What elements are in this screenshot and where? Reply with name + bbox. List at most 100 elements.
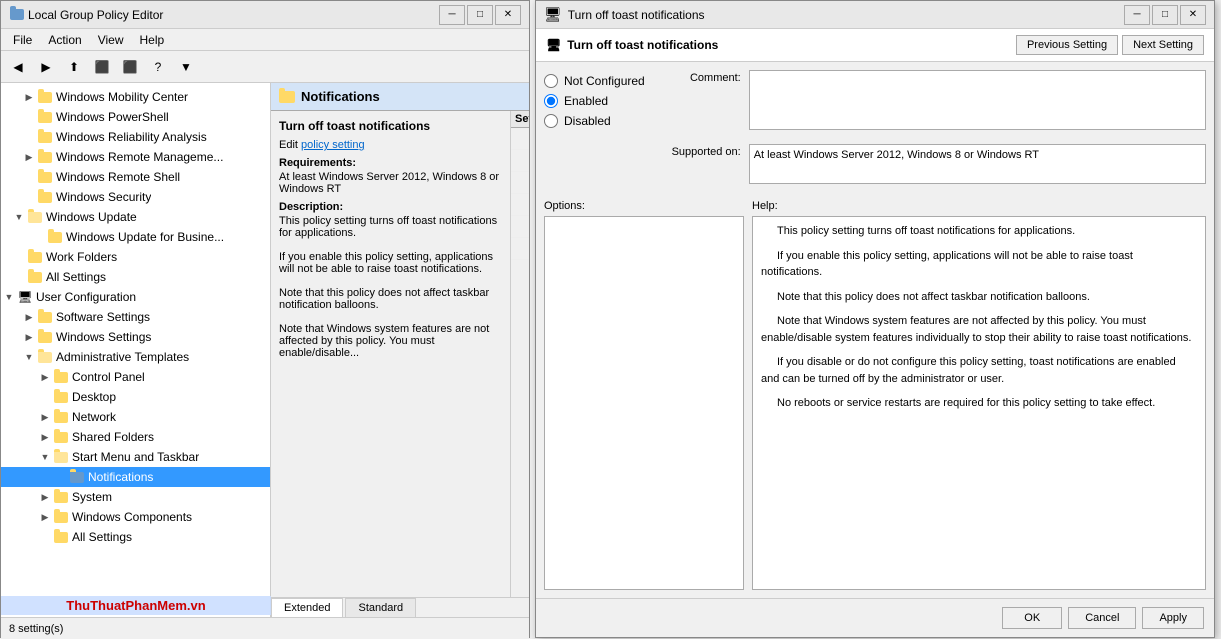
back-button[interactable]: ◀ bbox=[5, 55, 31, 79]
close-button[interactable]: ✕ bbox=[495, 5, 521, 25]
tree-item-all-settings-2[interactable]: All Settings bbox=[1, 527, 270, 547]
folder-icon bbox=[53, 529, 69, 545]
policy-row[interactable]: Tu... bbox=[511, 128, 529, 150]
tree-label: Desktop bbox=[72, 390, 116, 404]
apply-button[interactable]: Apply bbox=[1142, 607, 1204, 629]
menu-action[interactable]: Action bbox=[40, 31, 89, 49]
tree-item-work-folders[interactable]: Work Folders bbox=[1, 247, 270, 267]
tree-item-security[interactable]: Windows Security bbox=[1, 187, 270, 207]
folder-icon bbox=[53, 449, 69, 465]
folder-icon bbox=[53, 489, 69, 505]
status-bar: 8 setting(s) bbox=[1, 617, 529, 639]
expand-icon bbox=[37, 389, 53, 405]
ok-button[interactable]: OK bbox=[1002, 607, 1062, 629]
dialog-minimize-button[interactable]: ─ bbox=[1124, 5, 1150, 25]
supported-label: Supported on: bbox=[661, 144, 741, 184]
tree-item-remote-shell[interactable]: Windows Remote Shell bbox=[1, 167, 270, 187]
dialog-window: 🖥 Turn off toast notifications ─ □ ✕ 🖥 T… bbox=[535, 0, 1215, 638]
tree-item-admin-templates[interactable]: ▼ Administrative Templates bbox=[1, 347, 270, 367]
expand-icon: ▼ bbox=[21, 349, 37, 365]
menu-view[interactable]: View bbox=[90, 31, 132, 49]
expand-icon bbox=[53, 469, 69, 485]
previous-setting-button[interactable]: Previous Setting bbox=[1016, 35, 1118, 55]
filter-btn[interactable]: ▼ bbox=[173, 55, 199, 79]
tree-item-desktop[interactable]: Desktop bbox=[1, 387, 270, 407]
radio-enabled[interactable]: Enabled bbox=[544, 94, 645, 108]
policy-row[interactable]: Se... bbox=[511, 216, 529, 238]
dialog-body: Not Configured Enabled Disabled Comment: bbox=[536, 62, 1214, 598]
description-title: Description: bbox=[279, 201, 502, 213]
help-para-6: No reboots or service restarts are requi… bbox=[761, 395, 1197, 412]
main-content: ▶ Windows Mobility Center Windows PowerS… bbox=[1, 83, 529, 617]
show-hide-btn[interactable]: ⬛ bbox=[89, 55, 115, 79]
comment-textarea[interactable] bbox=[749, 70, 1206, 130]
tabs-bar: Extended Standard bbox=[271, 597, 529, 617]
radio-enabled-input[interactable] bbox=[544, 94, 558, 108]
tree-item-all-settings[interactable]: All Settings bbox=[1, 267, 270, 287]
tree-item-windows-mobility[interactable]: ▶ Windows Mobility Center bbox=[1, 87, 270, 107]
up-button[interactable]: ⬆ bbox=[61, 55, 87, 79]
maximize-button[interactable]: □ bbox=[467, 5, 493, 25]
expand-icon: ▶ bbox=[37, 509, 53, 525]
cancel-button[interactable]: Cancel bbox=[1068, 607, 1136, 629]
menu-help[interactable]: Help bbox=[132, 31, 173, 49]
policy-detail-title: Turn off toast notifications bbox=[279, 119, 502, 133]
tree-item-remote-mgmt[interactable]: ▶ Windows Remote Manageme... bbox=[1, 147, 270, 167]
minimize-button[interactable]: ─ bbox=[439, 5, 465, 25]
tree-item-win-update-business[interactable]: Windows Update for Busine... bbox=[1, 227, 270, 247]
tree-item-user-config[interactable]: ▼ 🖥 User Configuration bbox=[1, 287, 270, 307]
tree-item-start-menu[interactable]: ▼ Start Menu and Taskbar bbox=[1, 447, 270, 467]
expand-icon bbox=[21, 189, 37, 205]
policy-setting-link[interactable]: policy setting bbox=[301, 139, 365, 151]
tree-item-powershell[interactable]: Windows PowerShell bbox=[1, 107, 270, 127]
tree-item-software-settings[interactable]: ▶ Software Settings bbox=[1, 307, 270, 327]
pc-icon: 🖥 bbox=[17, 289, 33, 305]
folder-icon bbox=[37, 109, 53, 125]
help-para-1: This policy setting turns off toast noti… bbox=[761, 223, 1197, 240]
folder-icon bbox=[53, 369, 69, 385]
tab-extended[interactable]: Extended bbox=[271, 598, 343, 617]
dialog-header: 🖥 Turn off toast notifications Previous … bbox=[536, 29, 1214, 62]
tree-item-win-update[interactable]: ▼ Windows Update bbox=[1, 207, 270, 227]
forward-button[interactable]: ▶ bbox=[33, 55, 59, 79]
folder-icon bbox=[37, 329, 53, 345]
tree-label: Windows Remote Shell bbox=[56, 170, 180, 184]
dialog-navigation-buttons: Previous Setting Next Setting bbox=[1016, 35, 1204, 55]
radio-not-configured[interactable]: Not Configured bbox=[544, 74, 645, 88]
requirements-title: Requirements: bbox=[279, 157, 502, 169]
dialog-maximize-button[interactable]: □ bbox=[1152, 5, 1178, 25]
dialog-close-button[interactable]: ✕ bbox=[1180, 5, 1206, 25]
expand-icon: ▶ bbox=[37, 409, 53, 425]
tree-label: Software Settings bbox=[56, 310, 150, 324]
tree-item-shared-folders[interactable]: ▶ Shared Folders bbox=[1, 427, 270, 447]
tree-item-windows-settings[interactable]: ▶ Windows Settings bbox=[1, 327, 270, 347]
policy-row[interactable]: Tu... bbox=[511, 194, 529, 216]
radio-disabled[interactable]: Disabled bbox=[544, 114, 645, 128]
radio-disabled-input[interactable] bbox=[544, 114, 558, 128]
tree-label: All Settings bbox=[46, 270, 106, 284]
menu-file[interactable]: File bbox=[5, 31, 40, 49]
tree-item-notifications[interactable]: Notifications bbox=[1, 467, 270, 487]
menu-bar: File Action View Help bbox=[1, 29, 529, 51]
expand-icon: ▼ bbox=[11, 209, 27, 225]
radio-not-configured-input[interactable] bbox=[544, 74, 558, 88]
folder-icon bbox=[37, 189, 53, 205]
tree-item-network[interactable]: ▶ Network bbox=[1, 407, 270, 427]
tab-standard[interactable]: Standard bbox=[345, 598, 416, 617]
tree-label: User Configuration bbox=[36, 290, 136, 304]
tree-item-control-panel[interactable]: ▶ Control Panel bbox=[1, 367, 270, 387]
tree-label: Windows Reliability Analysis bbox=[56, 130, 207, 144]
tree-item-reliability[interactable]: Windows Reliability Analysis bbox=[1, 127, 270, 147]
properties-btn[interactable]: ⬛ bbox=[117, 55, 143, 79]
main-title-bar: Local Group Policy Editor ─ □ ✕ bbox=[1, 1, 529, 29]
tree-panel: ▶ Windows Mobility Center Windows PowerS… bbox=[1, 83, 271, 617]
tree-item-windows-components[interactable]: ▶ Windows Components bbox=[1, 507, 270, 527]
policy-row[interactable]: Tu... bbox=[511, 150, 529, 172]
dialog-window-controls: ─ □ ✕ bbox=[1124, 5, 1206, 25]
folder-icon bbox=[47, 229, 63, 245]
policy-row[interactable]: Se... bbox=[511, 238, 529, 260]
next-setting-button[interactable]: Next Setting bbox=[1122, 35, 1204, 55]
policy-row[interactable]: Tu... bbox=[511, 172, 529, 194]
tree-item-system[interactable]: ▶ System bbox=[1, 487, 270, 507]
help-btn[interactable]: ? bbox=[145, 55, 171, 79]
